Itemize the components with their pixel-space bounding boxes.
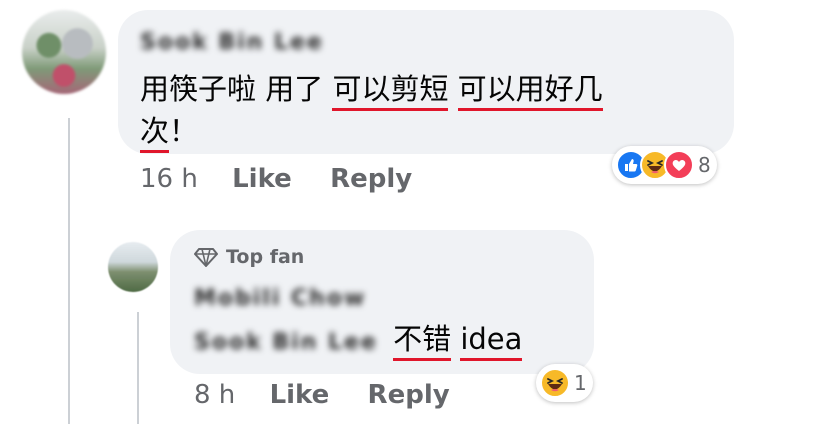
top-fan-badge: Top fan	[194, 246, 304, 268]
comment-text-segment: ！	[169, 114, 199, 148]
reply-reactions[interactable]: 1	[536, 364, 593, 402]
timestamp[interactable]: 16 h	[140, 164, 198, 194]
comment-reactions[interactable]: 8	[612, 146, 717, 184]
reply-button[interactable]: Reply	[368, 380, 450, 410]
avatar[interactable]	[22, 10, 106, 94]
comment-author-name[interactable]: Sook Bin Lee	[140, 30, 324, 55]
timestamp[interactable]: 8 h	[194, 380, 235, 410]
reply-meta: 8 h Like Reply	[194, 380, 450, 410]
comment-text-highlight: 可以剪短	[332, 72, 449, 111]
comment-text-line1: 用筷子啦 用了 可以剪短 可以用好几	[140, 66, 603, 112]
reply-text-highlight: idea	[460, 322, 523, 361]
comment-meta: 16 h Like Reply	[140, 164, 412, 194]
top-fan-label: Top fan	[226, 246, 305, 268]
thread-line	[68, 118, 70, 424]
reaction-count: 1	[574, 371, 587, 395]
comment-text-highlight: 可以用好几	[457, 72, 603, 111]
mention-tag[interactable]: Sook Bin Lee	[194, 330, 378, 355]
reply-author-name[interactable]: Mobili Chow	[194, 286, 366, 311]
reaction-count: 8	[698, 153, 711, 177]
diamond-icon	[194, 248, 218, 267]
comment-text-highlight: 次	[140, 114, 170, 153]
like-button[interactable]: Like	[232, 164, 292, 194]
haha-icon	[540, 368, 570, 398]
reply-button[interactable]: Reply	[330, 164, 412, 194]
reply-text: Sook Bin Lee 不错 idea	[194, 316, 523, 366]
reply-text-highlight: 不错	[393, 322, 452, 361]
thread-line-reply	[137, 312, 139, 424]
avatar[interactable]	[108, 242, 158, 292]
love-icon	[664, 150, 694, 180]
comment-text-line2: 次！	[140, 108, 198, 154]
comment-text-segment: 用筷子啦 用了	[140, 72, 324, 106]
like-button[interactable]: Like	[270, 380, 330, 410]
